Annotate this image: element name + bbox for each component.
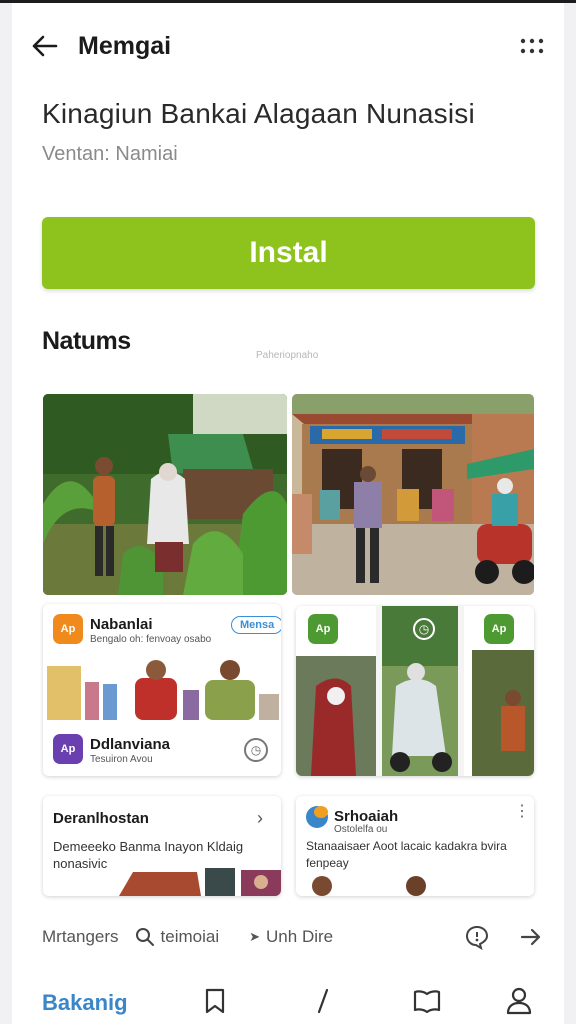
page-title: Memgai	[78, 31, 172, 60]
library-nav-button[interactable]	[412, 986, 442, 1016]
bottom-navigation: Bakanig	[12, 976, 564, 1024]
screenshot-garden[interactable]	[43, 394, 287, 595]
card-a-footer-subtitle: Tesuiron Avou	[90, 754, 153, 765]
status-bar-line	[0, 0, 576, 3]
card-b-badge-icon-2: Ap	[484, 614, 514, 644]
links-row: Mrtangers teimoiai ➤ Unh Dire	[42, 922, 542, 952]
section-caption: Paheriopnaho	[256, 350, 319, 361]
small-arrow-icon: ➤	[249, 929, 261, 944]
arrow-left-icon	[32, 35, 58, 57]
search-link[interactable]: teimoiai	[135, 927, 220, 947]
card-d-avatars-image	[312, 876, 426, 896]
app-badge-icon: Ap	[53, 614, 83, 644]
nav-home-label[interactable]: Bakanig	[42, 990, 128, 1016]
bookmark-icon	[205, 988, 225, 1014]
link-two-label: teimoiai	[160, 927, 220, 946]
link-one-label: Mrtangers	[42, 927, 119, 946]
card-a-title: Nabanlai	[90, 616, 153, 633]
info-card-c[interactable]: Deranlhostan › Demeeeko Banma Inayon Kld…	[43, 796, 281, 896]
info-card-d[interactable]: Srhoaiah Ostolelfa ou ⋮ Stanaaisaer Aoot…	[296, 796, 534, 896]
profile-nav-button[interactable]	[504, 986, 534, 1016]
chevron-right-icon[interactable]: ›	[257, 808, 263, 829]
right-gutter	[564, 0, 576, 1024]
screenshot-storefront[interactable]	[292, 394, 534, 595]
person-icon	[506, 987, 532, 1015]
back-button[interactable]	[28, 30, 60, 62]
arrow-right-icon[interactable]	[520, 927, 542, 947]
promo-card-a[interactable]: Ap Nabanlai Bengalo oh: fenvoay osabo Me…	[43, 604, 281, 776]
app-bar: Memgai	[28, 26, 548, 66]
search-icon	[135, 928, 154, 946]
garden-scene-image	[43, 394, 287, 595]
card-d-title: Srhoaiah	[334, 808, 399, 825]
more-dots-icon	[520, 38, 544, 54]
slash-icon	[317, 988, 329, 1014]
card-d-subtitle: Ostolelfa ou	[334, 824, 388, 835]
left-gutter	[0, 0, 12, 1024]
book-icon	[413, 990, 441, 1014]
card-c-title: Deranlhostan	[53, 810, 149, 827]
vertical-dots-icon[interactable]: ⋮	[514, 804, 530, 820]
card-a-people-image	[43, 654, 281, 720]
chat-bubble-icon[interactable]	[464, 924, 490, 950]
app-name: Kinagiun Bankai Alagaan Nunasisi	[42, 98, 475, 129]
bookmark-nav-button[interactable]	[200, 986, 230, 1016]
card-d-description: Stanaaisaer Aoot lacaic kadakra bvira fe…	[306, 839, 507, 870]
card-c-thumb-image	[119, 868, 281, 896]
card-a-footer-badge-icon: Ap	[53, 734, 83, 764]
more-options-button[interactable]	[516, 30, 548, 62]
clock-icon[interactable]: ◷	[244, 738, 268, 762]
edit-nav-button[interactable]	[308, 986, 338, 1016]
link-one[interactable]: Mrtangers	[42, 927, 119, 947]
card-a-footer-title: Ddlanviana	[90, 736, 171, 753]
section-title: Natums	[42, 327, 131, 355]
timer-icon[interactable]: ◷	[413, 618, 435, 640]
storefront-scene-image	[292, 394, 534, 595]
promo-card-b[interactable]: Ap ◷ Ap	[296, 606, 534, 776]
link-three[interactable]: ➤ Unh Dire	[249, 927, 333, 947]
card-b-badge-icon: Ap	[308, 614, 338, 644]
app-logo-accent	[314, 806, 328, 818]
developer-name[interactable]: Ventan: Namiai	[42, 143, 178, 166]
card-a-action-button[interactable]: Mensa	[231, 616, 281, 634]
link-three-label: Unh Dire	[266, 927, 334, 946]
install-button[interactable]: Instal	[42, 217, 535, 289]
card-a-subtitle: Bengalo oh: fenvoay osabo	[90, 634, 212, 645]
